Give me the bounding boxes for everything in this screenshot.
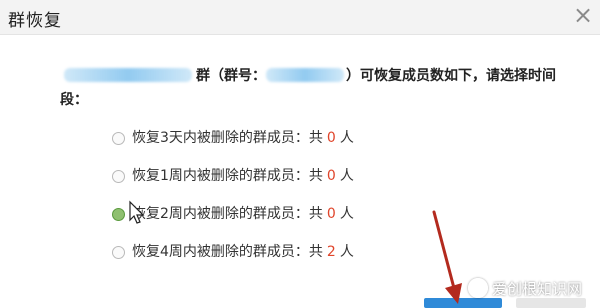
mouse-cursor-icon bbox=[129, 200, 145, 224]
option-3days[interactable]: 恢复3天内被删除的群成员：共 0 人 bbox=[112, 124, 432, 162]
radio-button-selected[interactable] bbox=[112, 208, 125, 221]
group-restore-dialog: 群恢复 × 群（群号： ）可恢复成员数如下，请选择时间段： 恢复3天内被删除的群成… bbox=[0, 0, 600, 308]
radio-button[interactable] bbox=[112, 246, 125, 259]
option-2weeks[interactable]: 恢复2周内被删除的群成员：共 0 人 bbox=[112, 200, 432, 238]
option-1week[interactable]: 恢复1周内被删除的群成员：共 0 人 bbox=[112, 162, 432, 200]
member-count: 0 bbox=[326, 130, 336, 146]
option-label: 恢复1周内被删除的群成员：共 0 人 bbox=[132, 168, 354, 184]
restore-options: 恢复3天内被删除的群成员：共 0 人 恢复1周内被删除的群成员：共 0 人 恢复2周内被… bbox=[112, 124, 432, 276]
member-count: 0 bbox=[326, 206, 336, 222]
intro-part1: 群（群号： bbox=[196, 68, 266, 84]
dialog-title: 群恢复 bbox=[8, 11, 62, 31]
member-count: 2 bbox=[326, 244, 336, 260]
radio-button[interactable] bbox=[112, 132, 125, 145]
radio-button[interactable] bbox=[112, 170, 125, 183]
dialog-titlebar: 群恢复 × bbox=[0, 0, 600, 35]
intro-text: 群（群号： ）可恢复成员数如下，请选择时间段： bbox=[60, 64, 560, 112]
watermark: 爱创根知识网 bbox=[468, 276, 582, 300]
member-count: 0 bbox=[326, 168, 336, 184]
option-label: 恢复4周内被删除的群成员：共 2 人 bbox=[132, 244, 354, 260]
blurred-group-name bbox=[64, 68, 192, 82]
close-icon[interactable]: × bbox=[572, 3, 594, 27]
option-label: 恢复2周内被删除的群成员：共 0 人 bbox=[132, 206, 354, 222]
option-label: 恢复3天内被删除的群成员：共 0 人 bbox=[132, 130, 354, 146]
watermark-logo-icon bbox=[468, 278, 488, 298]
watermark-text: 爱创根知识网 bbox=[492, 279, 583, 298]
blurred-group-number bbox=[266, 68, 344, 82]
option-4weeks[interactable]: 恢复4周内被删除的群成员：共 2 人 bbox=[112, 238, 432, 276]
